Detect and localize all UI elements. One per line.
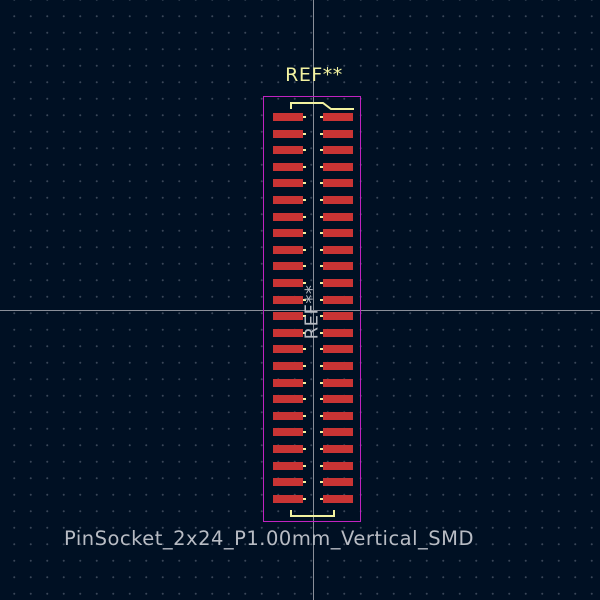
silkscreen-pin-mark — [320, 365, 323, 367]
smd-pad[interactable] — [273, 312, 303, 320]
smd-pad[interactable] — [323, 478, 353, 486]
silkscreen-pin-mark — [303, 415, 306, 417]
smd-pad[interactable] — [273, 246, 303, 254]
smd-pad[interactable] — [323, 179, 353, 187]
smd-pad[interactable] — [323, 462, 353, 470]
silkscreen-pin-mark — [303, 365, 306, 367]
silkscreen-pin-mark — [320, 481, 323, 483]
silkscreen-pin-mark — [303, 133, 306, 135]
smd-pad[interactable] — [323, 146, 353, 154]
smd-pad[interactable] — [273, 163, 303, 171]
silkscreen-pin-mark — [320, 465, 323, 467]
silkscreen-pin-mark — [303, 265, 306, 267]
smd-pad[interactable] — [273, 462, 303, 470]
silkscreen-pin-mark — [320, 431, 323, 433]
smd-pad[interactable] — [273, 213, 303, 221]
smd-pad[interactable] — [273, 279, 303, 287]
silkscreen-pin-mark — [320, 166, 323, 168]
silkscreen-pin-mark — [320, 232, 323, 234]
smd-pad[interactable] — [273, 362, 303, 370]
silkscreen-pin-mark — [303, 481, 306, 483]
smd-pad[interactable] — [323, 379, 353, 387]
silkscreen-pin-mark — [320, 348, 323, 350]
footprint-name-label[interactable]: PinSocket_2x24_P1.00mm_Vertical_SMD — [64, 527, 474, 550]
silkscreen-pin-mark — [303, 465, 306, 467]
silkscreen-pin-mark — [303, 116, 306, 118]
smd-pad[interactable] — [273, 445, 303, 453]
smd-pad[interactable] — [273, 495, 303, 503]
reference-designator-fab[interactable]: REF** — [302, 285, 323, 340]
smd-pad[interactable] — [273, 329, 303, 337]
smd-pad[interactable] — [323, 412, 353, 420]
silkscreen-pin-mark — [303, 398, 306, 400]
silkscreen-pin-mark — [320, 199, 323, 201]
silkscreen-pin-mark — [303, 348, 306, 350]
smd-pad[interactable] — [323, 130, 353, 138]
smd-pad[interactable] — [273, 130, 303, 138]
smd-pad[interactable] — [323, 246, 353, 254]
smd-pad[interactable] — [273, 296, 303, 304]
silkscreen-pin-mark — [303, 431, 306, 433]
smd-pad[interactable] — [323, 312, 353, 320]
silkscreen-pin-mark — [320, 249, 323, 251]
smd-pad[interactable] — [323, 213, 353, 221]
smd-pad[interactable] — [273, 113, 303, 121]
smd-pad[interactable] — [323, 428, 353, 436]
smd-pad[interactable] — [273, 428, 303, 436]
smd-pad[interactable] — [273, 179, 303, 187]
silkscreen-pin-mark — [320, 116, 323, 118]
silkscreen-pin-mark — [320, 415, 323, 417]
silkscreen-pin-mark — [320, 216, 323, 218]
smd-pad[interactable] — [323, 196, 353, 204]
silkscreen-pin-mark — [303, 498, 306, 500]
silkscreen-pin-mark — [303, 232, 306, 234]
smd-pad[interactable] — [323, 279, 353, 287]
silkscreen-pin-mark — [320, 382, 323, 384]
smd-pad[interactable] — [323, 362, 353, 370]
silkscreen-pin-mark — [303, 166, 306, 168]
smd-pad[interactable] — [323, 329, 353, 337]
smd-pad[interactable] — [323, 296, 353, 304]
silkscreen-pin-mark — [320, 133, 323, 135]
silkscreen-pin-mark — [303, 216, 306, 218]
silkscreen-pin-mark — [320, 448, 323, 450]
smd-pad[interactable] — [323, 163, 353, 171]
silkscreen-pin-mark — [303, 149, 306, 151]
silkscreen-pin-mark — [320, 149, 323, 151]
smd-pad[interactable] — [323, 495, 353, 503]
silkscreen-pin-mark — [303, 182, 306, 184]
smd-pad[interactable] — [273, 412, 303, 420]
smd-pad[interactable] — [323, 229, 353, 237]
silkscreen-pin-mark — [303, 382, 306, 384]
silkscreen-pin-mark — [320, 182, 323, 184]
smd-pad[interactable] — [273, 262, 303, 270]
smd-pad[interactable] — [273, 345, 303, 353]
smd-pad[interactable] — [323, 345, 353, 353]
smd-pad[interactable] — [273, 146, 303, 154]
silkscreen-pin-mark — [320, 498, 323, 500]
smd-pad[interactable] — [273, 196, 303, 204]
silkscreen-pin-mark — [303, 249, 306, 251]
smd-pad[interactable] — [323, 445, 353, 453]
smd-pad[interactable] — [273, 395, 303, 403]
pcb-footprint-canvas[interactable]: REF** REF** PinSocket_2x24_P1.00mm_Verti… — [0, 0, 600, 600]
silkscreen-pin-mark — [320, 398, 323, 400]
smd-pad[interactable] — [273, 229, 303, 237]
silkscreen-pin-mark — [320, 265, 323, 267]
smd-pad[interactable] — [323, 395, 353, 403]
smd-pad[interactable] — [273, 379, 303, 387]
smd-pad[interactable] — [323, 113, 353, 121]
smd-pad[interactable] — [323, 262, 353, 270]
silkscreen-pin-mark — [303, 199, 306, 201]
silkscreen-pin-mark — [303, 448, 306, 450]
smd-pad[interactable] — [273, 478, 303, 486]
